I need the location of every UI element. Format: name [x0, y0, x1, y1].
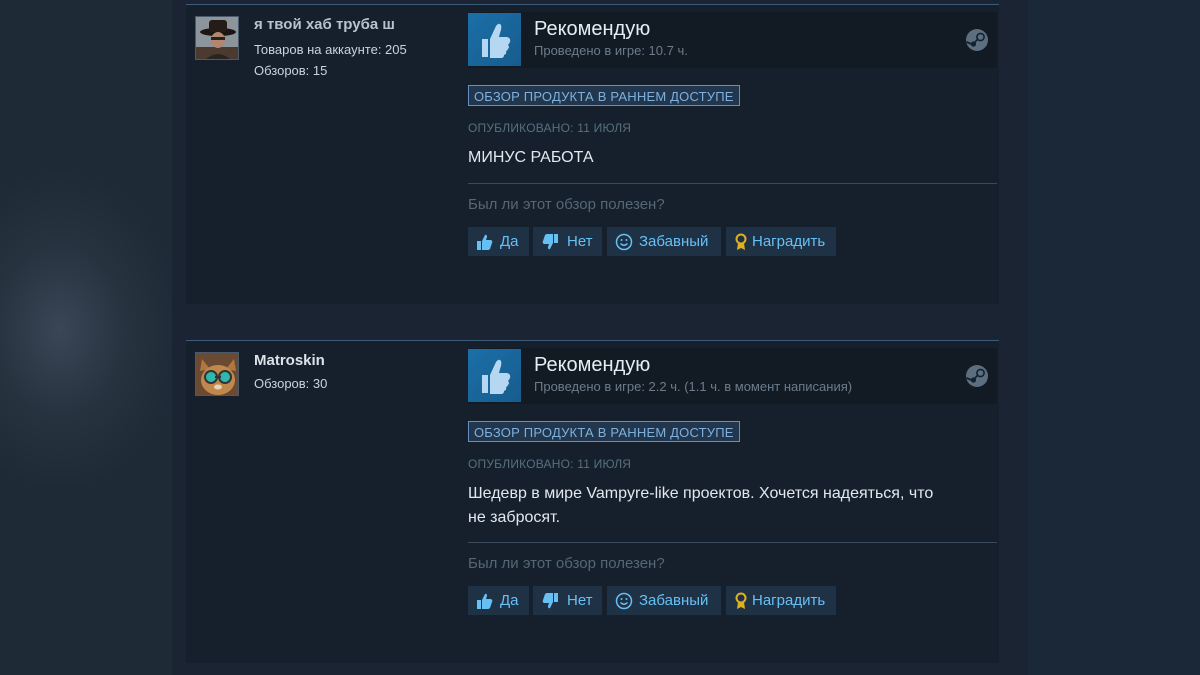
verdict-title: Рекомендую: [534, 18, 651, 40]
award-button[interactable]: Наградить: [726, 227, 836, 256]
award-label: Наградить: [752, 233, 826, 250]
vote-yes-button[interactable]: Да: [468, 227, 529, 256]
thumbs-up-icon: [468, 13, 521, 66]
thumbs-up-icon: [477, 593, 493, 609]
helpful-question: Был ли этот обзор полезен?: [468, 196, 665, 213]
author-name[interactable]: я твой хаб труба ш: [254, 16, 395, 33]
vote-no-button[interactable]: Нет: [533, 227, 602, 256]
author-name[interactable]: Matroskin: [254, 352, 325, 369]
steam-icon: [965, 364, 989, 388]
reviews-count[interactable]: Обзоров: 30: [254, 376, 327, 391]
verdict-title: Рекомендую: [534, 354, 651, 376]
hours-played: Проведено в игре: 10.7 ч.: [534, 43, 688, 58]
review-text: Шедевр в мире Vampyre-like проектов. Хоч…: [468, 482, 988, 530]
reviews-count[interactable]: Обзоров: 15: [254, 63, 327, 78]
award-label: Наградить: [752, 592, 826, 609]
award-button[interactable]: Наградить: [726, 586, 836, 615]
vote-no-label: Нет: [567, 233, 593, 250]
thumbs-up-icon: [477, 234, 493, 250]
posted-date: ОПУБЛИКОВАНО: 11 ИЮЛЯ: [468, 457, 632, 471]
vote-funny-button[interactable]: Забавный: [607, 586, 721, 615]
review-text-line: не забросят.: [468, 509, 561, 526]
early-access-badge: ОБЗОР ПРОДУКТА В РАННЕМ ДОСТУПЕ: [468, 421, 740, 442]
thumbs-down-icon: [542, 234, 558, 250]
vote-no-label: Нет: [567, 592, 593, 609]
award-icon: [735, 592, 747, 609]
hours-played: Проведено в игре: 2.2 ч. (1.1 ч. в момен…: [534, 379, 853, 394]
avatar[interactable]: [195, 16, 239, 60]
review-text: МИНУС РАБОТА: [468, 149, 594, 166]
thumbs-down-icon: [542, 593, 558, 609]
vote-header[interactable]: Рекомендую Проведено в игре: 10.7 ч.: [468, 12, 997, 68]
vote-yes-label: Да: [500, 233, 519, 250]
vote-funny-label: Забавный: [639, 592, 709, 609]
review-card: Matroskin Обзоров: 30 Рекомендую Проведе…: [186, 340, 999, 663]
posted-date: ОПУБЛИКОВАНО: 11 ИЮЛЯ: [468, 121, 632, 135]
vote-funny-button[interactable]: Забавный: [607, 227, 721, 256]
award-icon: [735, 233, 747, 250]
early-access-badge: ОБЗОР ПРОДУКТА В РАННЕМ ДОСТУПЕ: [468, 85, 740, 106]
thumbs-up-icon: [468, 349, 521, 402]
vote-yes-button[interactable]: Да: [468, 586, 529, 615]
vote-no-button[interactable]: Нет: [533, 586, 602, 615]
products-count[interactable]: Товаров на аккаунте: 205: [254, 42, 407, 57]
divider: [468, 542, 997, 543]
avatar[interactable]: [195, 352, 239, 396]
helpful-question: Был ли этот обзор полезен?: [468, 555, 665, 572]
vote-yes-label: Да: [500, 592, 519, 609]
divider: [468, 183, 997, 184]
smiley-icon: [615, 233, 633, 251]
background-left: [0, 0, 172, 675]
review-card: я твой хаб труба ш Товаров на аккаунте: …: [186, 4, 999, 304]
steam-icon: [965, 28, 989, 52]
review-text-line: Шедевр в мире Vampyre-like проектов. Хоч…: [468, 485, 934, 502]
vote-header[interactable]: Рекомендую Проведено в игре: 2.2 ч. (1.1…: [468, 348, 997, 404]
vote-funny-label: Забавный: [639, 233, 709, 250]
smiley-icon: [615, 592, 633, 610]
